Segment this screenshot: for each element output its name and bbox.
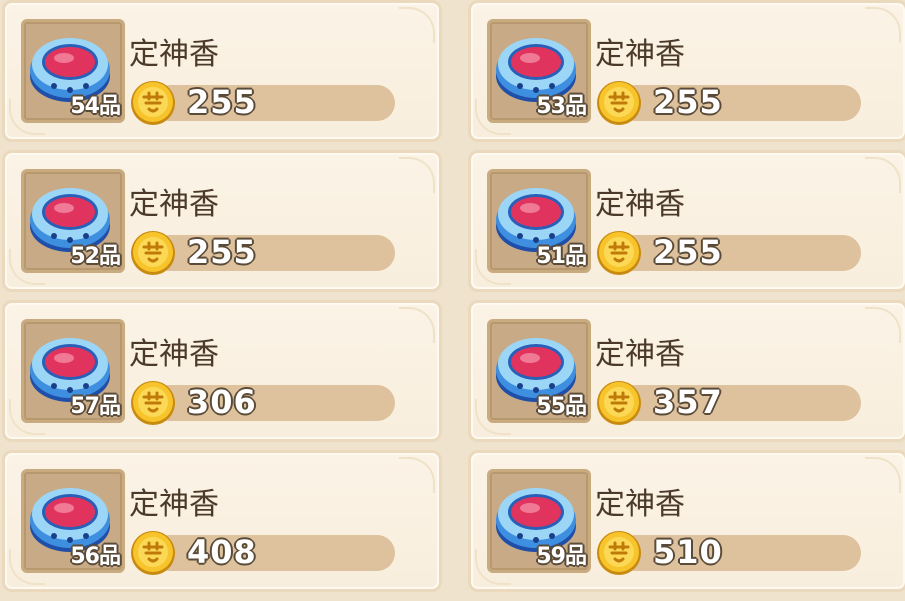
item-slot: 57品: [21, 319, 125, 423]
item-grade: 57品: [70, 394, 121, 419]
item-price: 408: [187, 533, 257, 571]
item-card[interactable]: 55品 定神香 357: [468, 300, 905, 442]
card-corner-decoration: [399, 307, 435, 343]
card-corner-decoration: [399, 157, 435, 193]
item-name: 定神香: [595, 337, 685, 372]
dream-coin-icon: [131, 531, 175, 575]
item-grade: 53品: [536, 94, 587, 119]
item-slot: 59品: [487, 469, 591, 573]
dream-coin-icon: [597, 81, 641, 125]
item-price: 306: [187, 383, 257, 421]
item-slot: 56品: [21, 469, 125, 573]
dream-coin-icon: [131, 381, 175, 425]
item-price: 255: [187, 83, 257, 121]
dream-coin-icon: [597, 231, 641, 275]
item-slot: 53品: [487, 19, 591, 123]
item-grid: 54品 定神香 255 53品 定神香 255 52品 定神香 255 51品 …: [0, 0, 905, 601]
item-name: 定神香: [129, 37, 219, 72]
item-name: 定神香: [595, 487, 685, 522]
card-corner-decoration: [865, 157, 901, 193]
item-name: 定神香: [595, 37, 685, 72]
dream-coin-icon: [597, 381, 641, 425]
dream-coin-icon: [597, 531, 641, 575]
item-grade: 55品: [536, 394, 587, 419]
item-name: 定神香: [595, 187, 685, 222]
item-card[interactable]: 53品 定神香 255: [468, 0, 905, 142]
item-grade: 56品: [70, 544, 121, 569]
item-name: 定神香: [129, 187, 219, 222]
item-card[interactable]: 54品 定神香 255: [2, 0, 442, 142]
card-corner-decoration: [865, 307, 901, 343]
card-corner-decoration: [865, 7, 901, 43]
item-slot: 55品: [487, 319, 591, 423]
item-card[interactable]: 57品 定神香 306: [2, 300, 442, 442]
item-slot: 51品: [487, 169, 591, 273]
item-price: 255: [653, 233, 723, 271]
item-grade: 54品: [70, 94, 121, 119]
item-slot: 52品: [21, 169, 125, 273]
item-grade: 52品: [70, 244, 121, 269]
item-grade: 59品: [536, 544, 587, 569]
card-corner-decoration: [865, 457, 901, 493]
card-corner-decoration: [399, 457, 435, 493]
item-name: 定神香: [129, 487, 219, 522]
item-card[interactable]: 52品 定神香 255: [2, 150, 442, 292]
item-name: 定神香: [129, 337, 219, 372]
item-price: 510: [653, 533, 723, 571]
card-corner-decoration: [399, 7, 435, 43]
dream-coin-icon: [131, 231, 175, 275]
item-grade: 51品: [536, 244, 587, 269]
item-price: 357: [653, 383, 723, 421]
item-card[interactable]: 56品 定神香 408: [2, 450, 442, 592]
item-price: 255: [187, 233, 257, 271]
item-card[interactable]: 59品 定神香 510: [468, 450, 905, 592]
dream-coin-icon: [131, 81, 175, 125]
item-price: 255: [653, 83, 723, 121]
item-slot: 54品: [21, 19, 125, 123]
item-card[interactable]: 51品 定神香 255: [468, 150, 905, 292]
